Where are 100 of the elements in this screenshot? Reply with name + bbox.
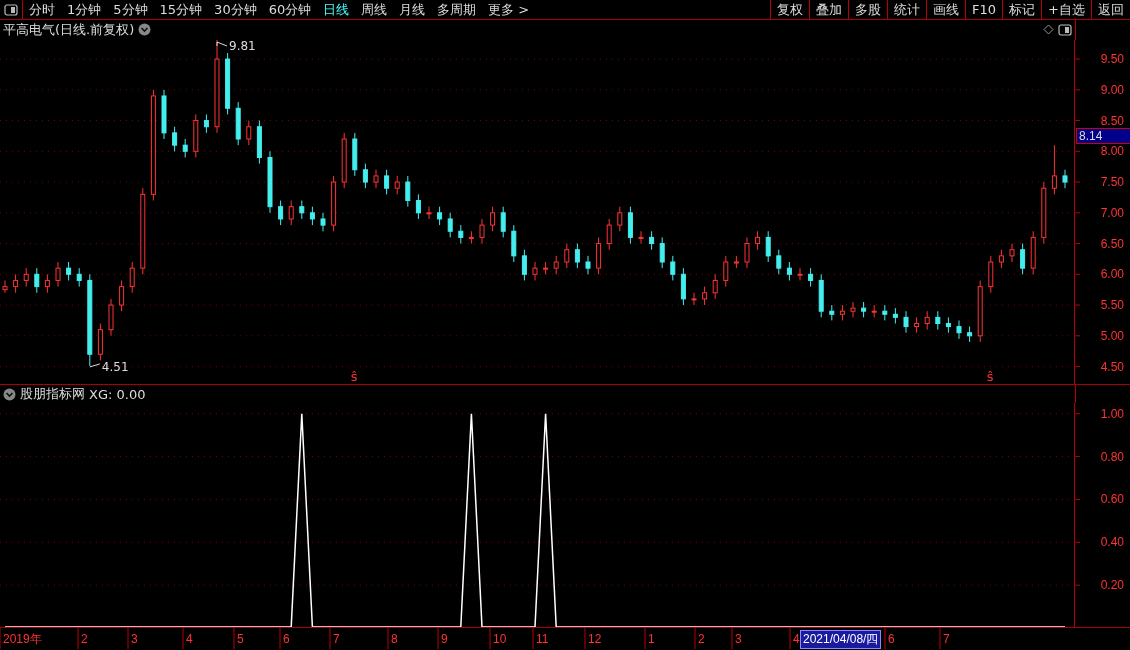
dropdown-icon[interactable] — [3, 387, 16, 401]
candle — [468, 230, 474, 244]
month-label: 2019年 — [3, 632, 42, 646]
axis-label: 9.50 — [1100, 52, 1124, 66]
candle — [988, 255, 994, 294]
period-tab[interactable]: 1分钟 — [61, 0, 108, 19]
candle — [839, 304, 845, 321]
candle — [44, 273, 50, 294]
period-tab[interactable]: 60分钟 — [262, 0, 318, 19]
annotation: 9.81 — [229, 38, 256, 53]
month-label: 8 — [391, 632, 398, 646]
month-label: 9 — [441, 632, 448, 646]
stock-title: 平高电气(日线.前复权) — [3, 20, 135, 39]
month-label: 3 — [735, 632, 742, 646]
period-tab[interactable]: 更多 > — [482, 0, 536, 19]
period-tab[interactable]: 多周期 — [431, 0, 483, 19]
candle — [691, 292, 697, 306]
candle — [500, 206, 506, 238]
candle — [447, 212, 453, 238]
candle — [1009, 243, 1015, 263]
period-tab[interactable]: 分时 — [23, 0, 61, 19]
candle — [384, 169, 390, 195]
candle — [776, 249, 782, 275]
month-label: 5 — [237, 632, 244, 646]
period-tab[interactable]: 日线 — [317, 0, 356, 19]
layout-icon[interactable] — [4, 3, 18, 16]
candle — [956, 319, 962, 340]
candle — [818, 273, 824, 318]
candle — [172, 126, 178, 152]
candle — [638, 230, 644, 244]
candle — [66, 261, 72, 281]
axis-label: 0.20 — [1100, 578, 1124, 593]
month-label: 2 — [81, 632, 88, 646]
period-tab[interactable]: 15分钟 — [153, 0, 209, 19]
candle — [1020, 243, 1026, 275]
candle — [182, 138, 188, 158]
month-label: 6 — [283, 632, 290, 646]
period-tab[interactable]: 5分钟 — [107, 0, 154, 19]
candle — [1041, 181, 1047, 244]
candle — [309, 206, 315, 226]
candle — [426, 206, 432, 220]
low-price-label: 4.51 — [89, 359, 129, 374]
candle — [882, 304, 888, 321]
candle — [34, 267, 40, 294]
candle — [596, 236, 602, 275]
axis-label: 4.50 — [1100, 359, 1124, 374]
month-label: 7 — [333, 632, 340, 646]
cursor-date: 2021/04/08/四 — [800, 630, 882, 649]
axis-label: 6.00 — [1100, 267, 1124, 282]
period-tab[interactable]: 月线 — [393, 0, 432, 19]
candle — [235, 101, 241, 146]
axis-label: 0.60 — [1100, 492, 1124, 507]
candle — [437, 206, 443, 226]
candle — [108, 298, 114, 337]
candle — [119, 279, 125, 312]
candle — [331, 175, 337, 232]
candle — [733, 255, 739, 269]
candle — [829, 304, 835, 321]
candle — [670, 255, 676, 281]
candle — [585, 255, 591, 275]
period-tab[interactable]: 周线 — [355, 0, 394, 19]
axis-label: 5.50 — [1100, 298, 1124, 312]
candle — [278, 199, 284, 226]
axis-label: 7.50 — [1100, 175, 1124, 189]
dropdown-icon[interactable] — [138, 23, 152, 37]
axis-label: 5.00 — [1100, 328, 1124, 343]
candle — [574, 243, 580, 269]
month-label: 11 — [536, 632, 549, 646]
indicator-reading: XG: 0.00 — [89, 386, 146, 402]
candle — [256, 120, 262, 165]
candle — [532, 261, 538, 281]
axis-label: 6.50 — [1100, 236, 1124, 251]
axis-label: 7.00 — [1100, 205, 1124, 220]
candle — [341, 132, 347, 189]
candle — [797, 267, 803, 281]
candle — [659, 236, 665, 269]
period-tab[interactable]: 30分钟 — [208, 0, 263, 19]
panel-icon[interactable] — [1058, 23, 1072, 36]
candle — [76, 267, 82, 288]
axis-label: 1.00 — [1100, 406, 1124, 421]
candle — [458, 224, 464, 244]
candle — [55, 261, 61, 288]
signal-mark: ŝ — [350, 368, 358, 384]
candle — [850, 301, 856, 318]
candle — [712, 273, 718, 300]
candle — [1062, 169, 1068, 189]
signal-mark: ŝ — [986, 368, 994, 384]
indicator-title: 股朋指标网 — [20, 385, 85, 403]
month-label: 7 — [943, 632, 950, 646]
candle — [553, 255, 559, 275]
candle — [786, 261, 792, 281]
candle — [892, 307, 898, 324]
candle — [373, 169, 379, 189]
candle — [680, 267, 686, 306]
candle — [998, 249, 1004, 269]
candle — [225, 52, 231, 115]
candle — [97, 322, 103, 361]
month-label: 4 — [186, 632, 193, 646]
candle — [808, 267, 814, 288]
candle — [479, 218, 485, 244]
